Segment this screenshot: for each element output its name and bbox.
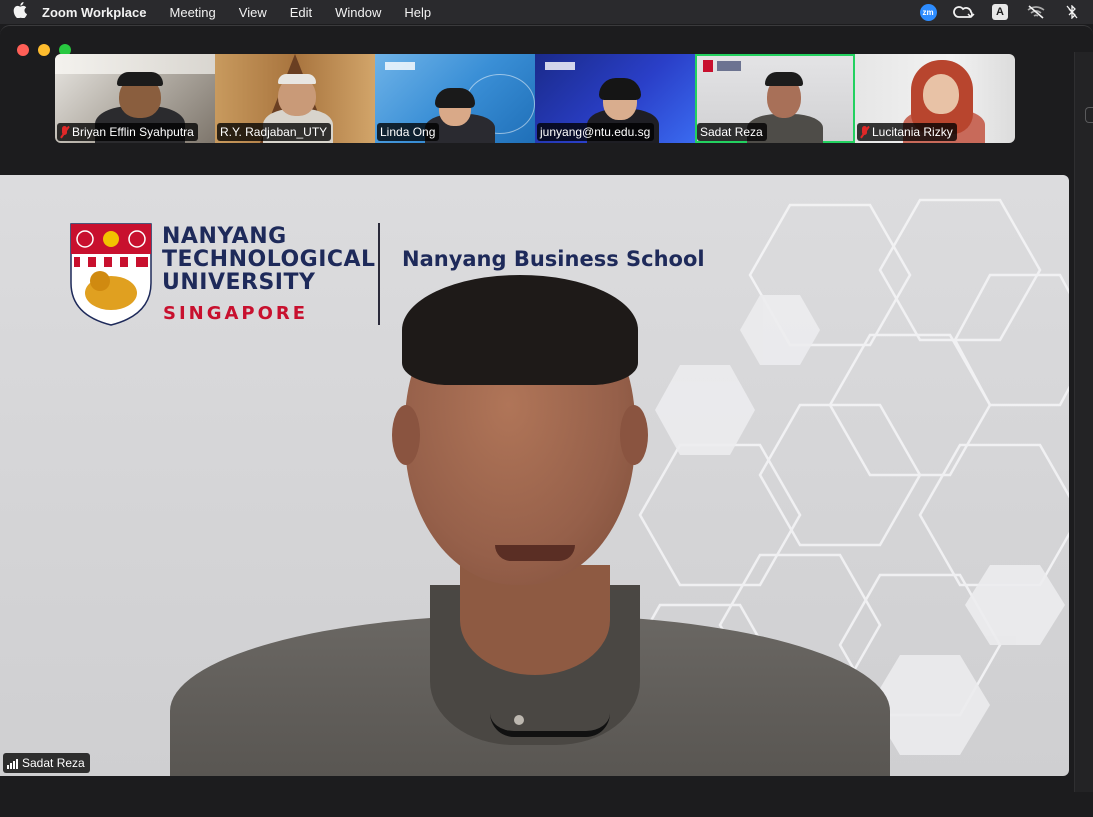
- minimize-window-button[interactable]: [38, 44, 50, 56]
- participant-name-label: Lucitania Rizky: [857, 123, 957, 141]
- ceiling-background: [55, 54, 215, 74]
- participant-tile[interactable]: junyang@ntu.edu.sg: [535, 54, 695, 143]
- participant-name: Linda Ong: [380, 125, 436, 139]
- participant-name-label: junyang@ntu.edu.sg: [537, 123, 655, 141]
- menu-app-name[interactable]: Zoom Workplace: [40, 5, 159, 20]
- participant-name: R.Y. Radjaban_UTY: [220, 125, 328, 139]
- speaker-name: Sadat Reza: [22, 756, 85, 770]
- participant-name: junyang@ntu.edu.sg: [540, 125, 651, 139]
- participant-face: [923, 74, 959, 114]
- university-line-1: NANYANG: [162, 224, 287, 249]
- creative-cloud-icon[interactable]: [953, 3, 975, 21]
- speaker-name-label: Sadat Reza: [3, 753, 90, 773]
- input-source-icon[interactable]: A: [989, 3, 1011, 21]
- background-logo: [385, 62, 415, 70]
- participant-hair: [599, 78, 641, 100]
- lanyard: [490, 713, 610, 737]
- speaker-ear-left: [392, 405, 420, 465]
- wifi-off-icon[interactable]: [1025, 3, 1047, 21]
- background-logo-text: [717, 61, 741, 71]
- speaker-hair: [402, 275, 638, 385]
- speaker-mouth: [495, 545, 575, 561]
- background-logo: [703, 60, 713, 72]
- menu-bar: Zoom Workplace Meeting View Edit Window …: [0, 0, 1093, 24]
- side-panel-edge: [1074, 52, 1093, 792]
- university-line-3: UNIVERSITY: [162, 270, 316, 295]
- university-line-2: TECHNOLOGICAL: [162, 247, 376, 272]
- menu-view[interactable]: View: [228, 5, 279, 20]
- menu-edit[interactable]: Edit: [279, 5, 324, 20]
- menu-window[interactable]: Window: [324, 5, 393, 20]
- participant-hair: [765, 72, 803, 86]
- zoom-badge-label: zm: [919, 3, 937, 21]
- participant-hair: [278, 74, 316, 84]
- participant-hair: [117, 72, 163, 86]
- participant-tile-active[interactable]: Sadat Reza: [695, 54, 855, 143]
- apple-menu-icon[interactable]: [0, 2, 40, 22]
- ntu-crest-logo: [70, 223, 152, 326]
- participant-tile[interactable]: Lucitania Rizky: [855, 54, 1015, 143]
- zoom-status-icon[interactable]: zm: [917, 3, 939, 21]
- participant-name-label: R.Y. Radjaban_UTY: [217, 123, 332, 141]
- mic-muted-icon: [860, 126, 869, 138]
- bluetooth-off-icon[interactable]: [1061, 3, 1083, 21]
- participant-name: Briyan Efflin Syahputra: [72, 125, 194, 139]
- participant-tile[interactable]: Linda Ong: [375, 54, 535, 143]
- participant-name: Sadat Reza: [700, 125, 763, 139]
- participant-hair: [435, 88, 475, 108]
- university-name: NANYANG TECHNOLOGICAL UNIVERSITY: [162, 225, 376, 294]
- participant-tile[interactable]: R.Y. Radjaban_UTY: [215, 54, 375, 143]
- speaker-ear-right: [620, 405, 648, 465]
- participant-name-label: Sadat Reza: [697, 123, 767, 141]
- close-window-button[interactable]: [17, 44, 29, 56]
- connection-signal-icon: [7, 758, 18, 769]
- side-panel-handle[interactable]: [1085, 107, 1093, 123]
- logo-divider: [378, 223, 380, 325]
- participant-name-label: Briyan Efflin Syahputra: [57, 123, 198, 141]
- menu-meeting[interactable]: Meeting: [159, 5, 228, 20]
- school-name: Nanyang Business School: [402, 247, 705, 271]
- shirt-button: [514, 715, 524, 725]
- input-source-label: A: [992, 4, 1008, 20]
- participant-strip: Briyan Efflin Syahputra R.Y. Radjaban_UT…: [55, 54, 1015, 143]
- menu-help[interactable]: Help: [393, 5, 443, 20]
- background-logo: [545, 62, 575, 70]
- active-speaker-video[interactable]: NANYANG TECHNOLOGICAL UNIVERSITY SINGAPO…: [0, 175, 1069, 776]
- participant-tile[interactable]: Briyan Efflin Syahputra: [55, 54, 215, 143]
- participant-name: Lucitania Rizky: [872, 125, 953, 139]
- university-country: SINGAPORE: [163, 303, 309, 324]
- mic-muted-icon: [60, 126, 69, 138]
- participant-name-label: Linda Ong: [377, 123, 440, 141]
